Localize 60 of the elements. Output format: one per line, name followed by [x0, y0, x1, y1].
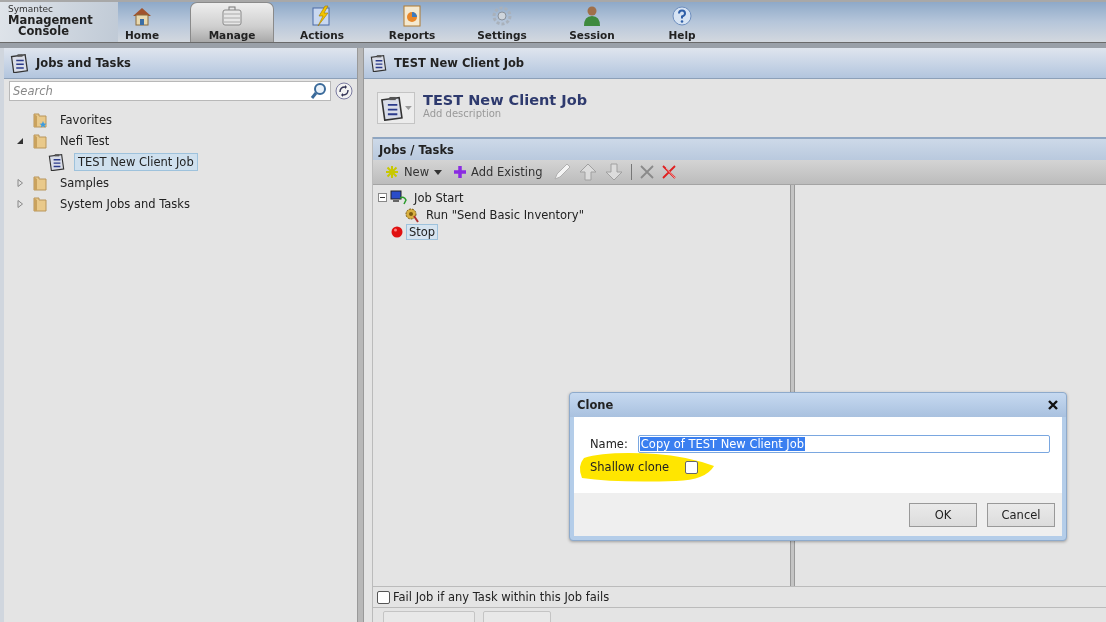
add-existing-button[interactable]: Add Existing	[452, 165, 545, 179]
nav-tab[interactable]: Session	[547, 2, 637, 42]
checkbox-label: Fail Job if any Task within this Job fails	[393, 590, 610, 604]
star-folder-icon	[32, 111, 48, 128]
caret-icon[interactable]	[405, 106, 412, 110]
asterisk-icon	[385, 165, 399, 179]
remove-icon[interactable]	[661, 165, 676, 179]
help-icon	[671, 5, 693, 27]
person-icon	[581, 5, 603, 27]
job-title: TEST New Client Job	[423, 91, 588, 108]
step-item[interactable]: Job Start	[411, 189, 467, 206]
folder-icon	[32, 174, 48, 191]
new-menu-button[interactable]: New	[383, 165, 445, 179]
search-field[interactable]: Search	[9, 81, 331, 101]
panel-title: TEST New Client Job	[394, 56, 525, 70]
tree-item[interactable]: Favorites	[56, 110, 116, 129]
tree-item[interactable]: Samples	[56, 173, 114, 192]
nav-tab[interactable]: Settings	[457, 2, 547, 42]
refresh-icon[interactable]	[335, 82, 353, 100]
panel-title: Jobs and Tasks	[36, 56, 131, 70]
folder-icon	[32, 132, 48, 149]
tree-item[interactable]: TEST New Client Job	[74, 152, 198, 171]
search-icon[interactable]	[310, 82, 328, 100]
nav-tab[interactable]: Help	[637, 2, 727, 42]
panel-title: Jobs / Tasks	[379, 142, 454, 157]
collapsed-triangle-icon[interactable]	[16, 199, 24, 208]
close-icon[interactable]	[1048, 400, 1058, 410]
computer-icon	[390, 189, 408, 206]
collapsed-triangle-icon[interactable]	[16, 178, 24, 187]
nav-tab[interactable]: Manage	[190, 2, 274, 42]
field-label: Name:	[590, 437, 628, 451]
lightning-icon	[311, 5, 333, 27]
expanded-triangle-icon[interactable]	[16, 136, 24, 145]
job-icon	[48, 152, 66, 171]
report-icon	[401, 5, 423, 27]
house-icon	[131, 5, 153, 27]
nav-tab[interactable]: Actions	[277, 2, 367, 42]
gear-icon	[491, 5, 513, 27]
caret-icon	[434, 169, 443, 175]
notebook-icon	[10, 53, 30, 73]
dialog-button[interactable]: Cancel	[987, 502, 1055, 527]
collapse-icon[interactable]	[378, 193, 387, 202]
notebook-icon	[370, 54, 388, 72]
stop-icon	[391, 225, 403, 238]
step-item[interactable]: Stop	[406, 223, 439, 240]
tree-item[interactable]: Nefi Test	[56, 131, 114, 150]
checkbox[interactable]	[377, 590, 390, 604]
tree-item[interactable]: System Jobs and Tasks	[56, 194, 194, 213]
gear-icon	[404, 206, 420, 223]
dialog-title: Clone	[577, 398, 614, 412]
step-item[interactable]: Run "Send Basic Inventory"	[423, 206, 587, 223]
briefcase-icon	[221, 5, 243, 27]
dialog-button[interactable]: OK	[909, 502, 977, 527]
folder-icon	[32, 195, 48, 212]
name-field[interactable]: Copy of TEST New Client Job	[637, 435, 1050, 453]
plus-icon	[454, 166, 467, 178]
nav-tab[interactable]: Reports	[367, 2, 457, 42]
product-logo: Symantec Management Console	[0, 2, 118, 42]
checkbox-label: Shallow clone	[590, 460, 670, 474]
job-icon-button[interactable]	[377, 92, 415, 124]
